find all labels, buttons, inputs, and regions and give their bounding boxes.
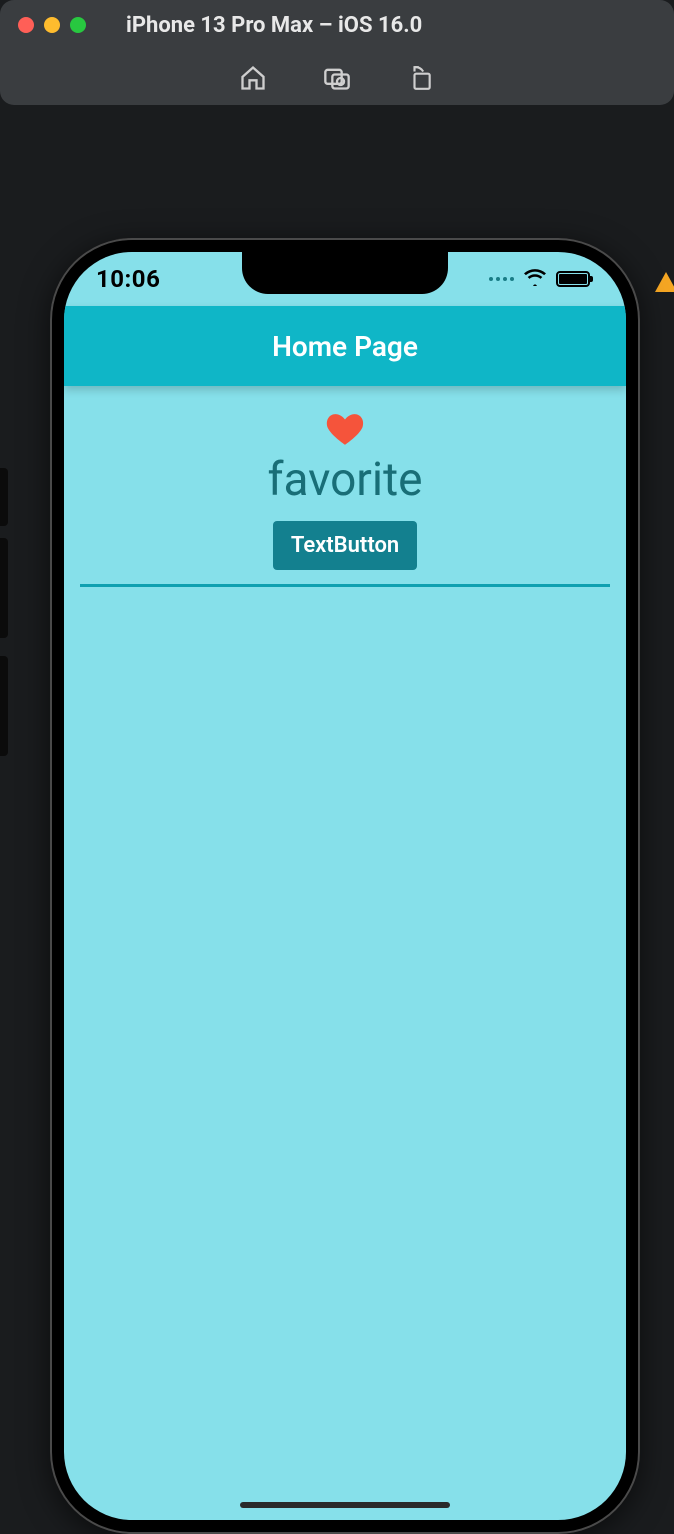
favorite-label: favorite bbox=[267, 454, 422, 507]
battery-icon bbox=[556, 271, 590, 287]
device-frame: 10:06 Home Page fa bbox=[50, 238, 640, 1534]
cellular-icon bbox=[489, 277, 514, 281]
warning-icon bbox=[654, 270, 674, 294]
minimize-window-button[interactable] bbox=[44, 17, 60, 33]
wifi-icon bbox=[524, 268, 546, 290]
device-side-button bbox=[0, 468, 8, 526]
fullscreen-window-button[interactable] bbox=[70, 17, 86, 33]
heart-icon bbox=[324, 408, 366, 454]
traffic-lights bbox=[18, 17, 86, 33]
appbar-title: Home Page bbox=[272, 330, 418, 363]
macos-titlebar: iPhone 13 Pro Max – iOS 16.0 bbox=[0, 0, 674, 50]
status-time: 10:06 bbox=[96, 265, 160, 293]
simulator-title: iPhone 13 Pro Max – iOS 16.0 bbox=[126, 13, 422, 38]
simulator-toolbar bbox=[0, 50, 674, 105]
simulator-window: iPhone 13 Pro Max – iOS 16.0 10:06 bbox=[0, 0, 674, 1466]
home-indicator[interactable] bbox=[240, 1502, 450, 1508]
device-notch bbox=[242, 252, 448, 294]
status-indicators bbox=[489, 268, 590, 290]
screenshot-icon[interactable] bbox=[323, 64, 351, 92]
divider bbox=[80, 584, 610, 587]
text-button[interactable]: TextButton bbox=[273, 521, 417, 570]
device-side-button bbox=[0, 538, 8, 638]
close-window-button[interactable] bbox=[18, 17, 34, 33]
home-icon[interactable] bbox=[239, 64, 267, 92]
rotate-icon[interactable] bbox=[407, 64, 435, 92]
device-side-button bbox=[0, 656, 8, 756]
device-screen: 10:06 Home Page fa bbox=[64, 252, 626, 1520]
app-body: favorite TextButton bbox=[64, 386, 626, 587]
simulator-stage: 10:06 Home Page fa bbox=[0, 108, 674, 1466]
app-bar: Home Page bbox=[64, 306, 626, 386]
